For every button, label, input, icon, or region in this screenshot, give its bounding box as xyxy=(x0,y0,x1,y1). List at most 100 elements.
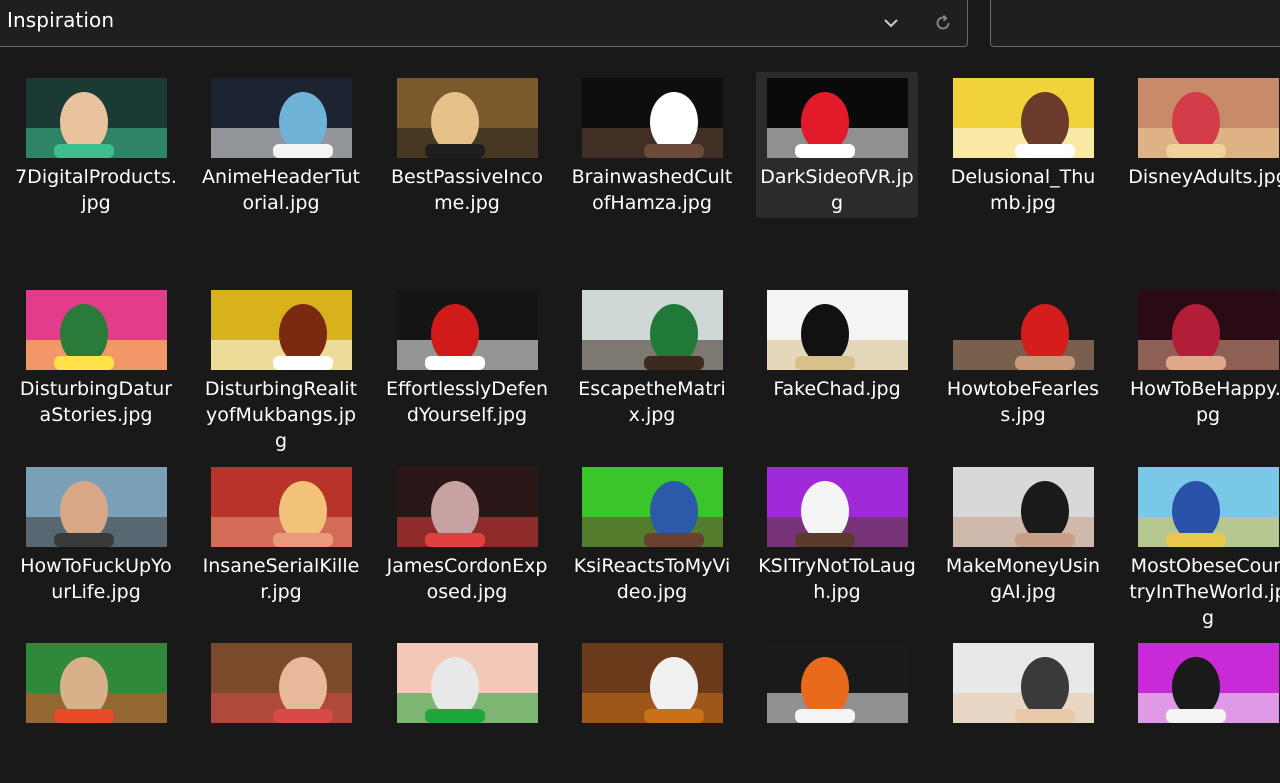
file-item[interactable]: Delusional_Thumb.jpg xyxy=(942,72,1104,218)
file-item[interactable]: BestPassiveIncome.jpg xyxy=(386,72,548,218)
file-name: BrainwashedCultofHamza.jpg xyxy=(571,166,733,214)
thumbnail-image xyxy=(1138,78,1279,158)
file-thumbnail xyxy=(397,290,538,370)
thumbnail-image xyxy=(582,78,723,158)
file-name: KsiReactsToMyVideo.jpg xyxy=(573,555,731,603)
refresh-icon xyxy=(936,14,950,30)
thumbnail-image xyxy=(211,467,352,547)
thumbnail-image xyxy=(397,643,538,723)
file-name: AnimeHeaderTutorial.jpg xyxy=(202,166,360,214)
file-item[interactable]: KsiReactsToMyVideo.jpg xyxy=(571,461,733,607)
file-thumbnail xyxy=(211,290,352,370)
search-input[interactable] xyxy=(990,0,1280,47)
file-name: HowToBeHappy.jpg xyxy=(1129,378,1280,426)
file-thumbnail xyxy=(582,467,723,547)
file-name: KSITryNotToLaugh.jpg xyxy=(758,555,916,603)
file-item[interactable]: 7DigitalProducts.jpg xyxy=(15,72,177,218)
file-name: EscapetheMatrix.jpg xyxy=(578,378,726,426)
file-thumbnail xyxy=(582,78,723,158)
file-item[interactable]: JamesCordonExposed.jpg xyxy=(386,461,548,607)
thumbnail-image xyxy=(211,643,352,723)
thumbnail-image xyxy=(582,643,723,723)
thumbnail-image xyxy=(211,78,352,158)
file-name: MakeMoneyUsingAI.jpg xyxy=(945,555,1101,603)
file-item[interactable]: MostObeseCountryInTheWorld.jpg xyxy=(1127,461,1280,629)
file-item[interactable] xyxy=(756,637,918,783)
file-thumbnail xyxy=(1138,467,1279,547)
thumbnail-image xyxy=(1138,643,1279,723)
file-grid: 7DigitalProducts.jpg AnimeHeaderTutorial.… xyxy=(0,56,1280,723)
file-item[interactable]: HowtobeFearless.jpg xyxy=(942,284,1104,430)
file-name: HowToFuckUpYourLife.jpg xyxy=(20,555,172,603)
file-item[interactable]: InsaneSerialKiller.jpg xyxy=(200,461,362,607)
file-item[interactable]: BrainwashedCultofHamza.jpg xyxy=(571,72,733,218)
file-item[interactable]: EscapetheMatrix.jpg xyxy=(571,284,733,430)
file-thumbnail xyxy=(397,643,538,723)
file-thumbnail xyxy=(767,643,908,723)
file-thumbnail xyxy=(1138,78,1279,158)
file-thumbnail xyxy=(211,78,352,158)
file-thumbnail xyxy=(767,78,908,158)
chevron-down-icon xyxy=(884,19,898,28)
file-thumbnail xyxy=(26,78,167,158)
thumbnail-image xyxy=(767,643,908,723)
address-history-button[interactable] xyxy=(871,5,911,41)
file-name: DisturbingRealityofMukbangs.jpg xyxy=(204,378,358,452)
file-thumbnail xyxy=(953,643,1094,723)
thumbnail-image xyxy=(26,290,167,370)
address-toolbar: Inspiration xyxy=(0,0,1280,56)
refresh-button[interactable] xyxy=(923,5,963,41)
file-thumbnail xyxy=(397,467,538,547)
thumbnail-image xyxy=(1138,467,1279,547)
file-thumbnail xyxy=(767,467,908,547)
file-thumbnail xyxy=(397,78,538,158)
file-name: Delusional_Thumb.jpg xyxy=(950,166,1096,214)
file-item[interactable] xyxy=(15,637,177,783)
thumbnail-image xyxy=(26,78,167,158)
file-name: InsaneSerialKiller.jpg xyxy=(202,555,360,603)
file-item[interactable]: MakeMoneyUsingAI.jpg xyxy=(942,461,1104,607)
file-thumbnail xyxy=(767,290,908,370)
thumbnail-image xyxy=(397,467,538,547)
file-item[interactable] xyxy=(386,637,548,783)
file-item[interactable] xyxy=(1127,637,1280,783)
address-bar[interactable]: Inspiration xyxy=(0,0,968,47)
file-name: 7DigitalProducts.jpg xyxy=(15,166,177,214)
thumbnail-image xyxy=(582,290,723,370)
file-thumbnail xyxy=(26,643,167,723)
file-name: DisneyAdults.jpg xyxy=(1128,166,1280,188)
file-item[interactable]: HowToFuckUpYourLife.jpg xyxy=(15,461,177,607)
thumbnail-image xyxy=(26,467,167,547)
file-item[interactable]: FakeChad.jpg xyxy=(756,284,918,430)
thumbnail-image xyxy=(953,290,1094,370)
file-item[interactable]: DarkSideofVR.jpg xyxy=(756,72,918,218)
file-item[interactable]: DisneyAdults.jpg xyxy=(1127,72,1280,218)
file-item[interactable]: DisturbingDaturaStories.jpg xyxy=(15,284,177,430)
thumbnail-image xyxy=(767,78,908,158)
file-thumbnail xyxy=(26,467,167,547)
file-thumbnail xyxy=(582,643,723,723)
thumbnail-image xyxy=(1138,290,1279,370)
file-thumbnail xyxy=(953,467,1094,547)
file-thumbnail xyxy=(953,78,1094,158)
file-name: MostObeseCountryInTheWorld.jpg xyxy=(1129,555,1280,629)
file-thumbnail xyxy=(211,643,352,723)
thumbnail-image xyxy=(26,643,167,723)
thumbnail-image xyxy=(397,290,538,370)
thumbnail-image xyxy=(953,467,1094,547)
file-item[interactable]: HowToBeHappy.jpg xyxy=(1127,284,1280,430)
file-item[interactable]: DisturbingRealityofMukbangs.jpg xyxy=(200,284,362,452)
file-item[interactable] xyxy=(942,637,1104,783)
file-name: FakeChad.jpg xyxy=(773,378,901,400)
file-item[interactable] xyxy=(200,637,362,783)
thumbnail-image xyxy=(767,290,908,370)
file-thumbnail xyxy=(953,290,1094,370)
thumbnail-image xyxy=(582,467,723,547)
file-item[interactable]: AnimeHeaderTutorial.jpg xyxy=(200,72,362,218)
file-name: DisturbingDaturaStories.jpg xyxy=(19,378,173,426)
file-item[interactable] xyxy=(571,637,733,783)
file-thumbnail xyxy=(26,290,167,370)
file-name: DarkSideofVR.jpg xyxy=(760,166,914,214)
file-item[interactable]: KSITryNotToLaugh.jpg xyxy=(756,461,918,607)
file-item[interactable]: EffortlesslyDefendYourself.jpg xyxy=(386,284,548,430)
